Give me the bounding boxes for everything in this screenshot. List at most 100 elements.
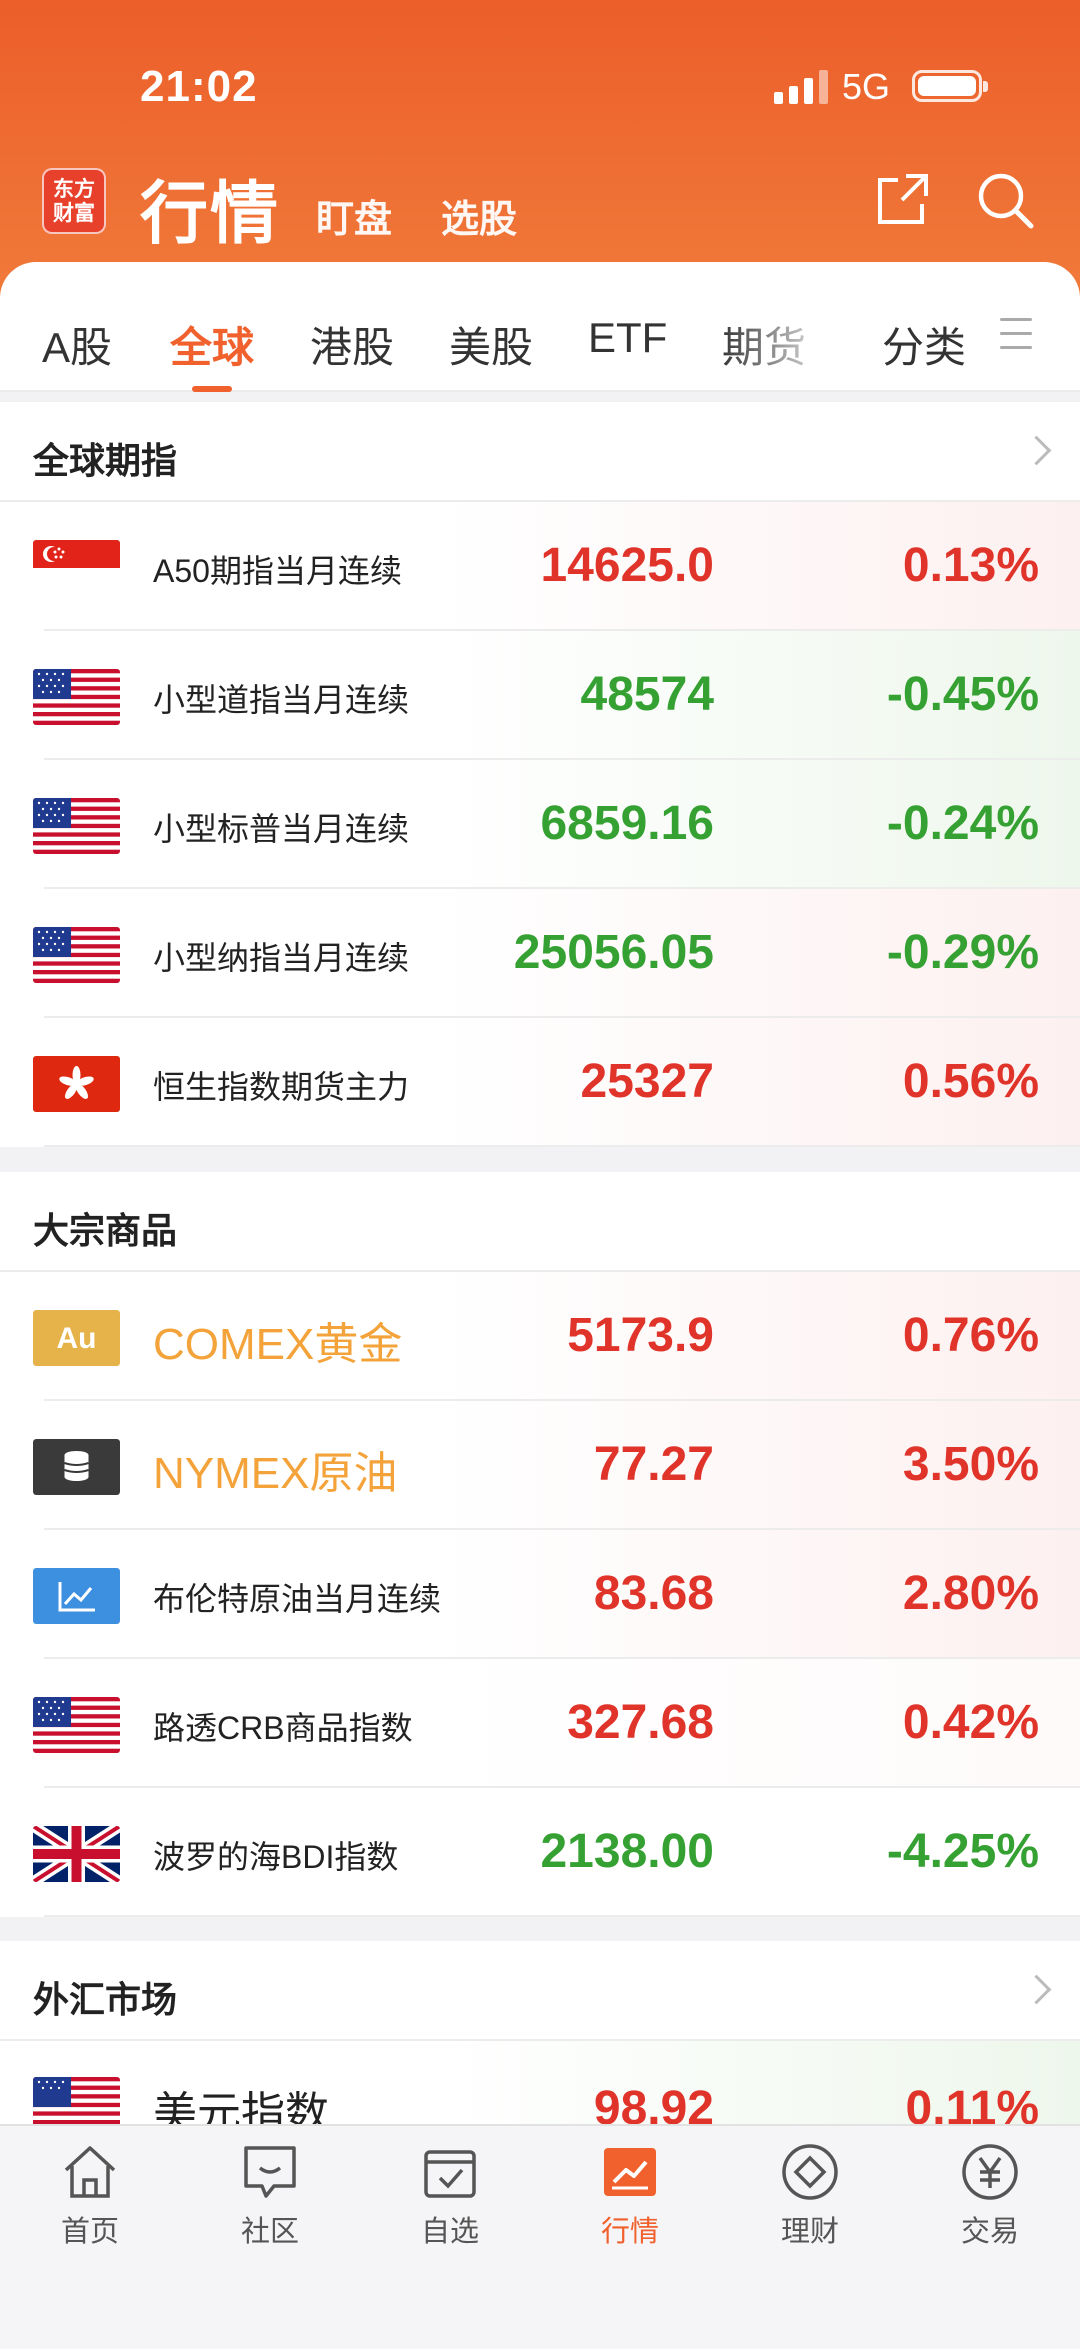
tab-hk-stocks[interactable]: 港股 <box>310 314 394 375</box>
nav-home[interactable]: 首页 <box>0 2140 180 2250</box>
list-item[interactable]: 小型标普当月连续 6859.16 -0.24% <box>0 760 1080 889</box>
watchlist-icon <box>424 2150 476 2198</box>
instrument-name: 路透CRB商品指数 <box>153 1710 413 1746</box>
section-header[interactable]: 全球期指 <box>0 402 1080 502</box>
instrument-name: 小型道指当月连续 <box>153 682 410 718</box>
tab-etf[interactable]: ETF <box>588 314 667 362</box>
yen-trade-icon <box>962 2144 1018 2200</box>
instrument-change: -0.24% <box>886 797 1039 850</box>
instrument-price: 83.68 <box>593 1567 714 1620</box>
instrument-price: 5173.9 <box>567 1309 714 1362</box>
instrument-price: 2138.00 <box>540 1825 714 1878</box>
us-flag-icon <box>33 2077 120 2124</box>
chevron-right-icon <box>1021 1974 1052 2005</box>
signal-strength-icon <box>774 70 828 104</box>
menu-icon[interactable] <box>1000 318 1032 350</box>
wealth-icon <box>782 2144 838 2200</box>
nav-watchlist[interactable]: 自选 <box>360 2140 540 2250</box>
nav-label: 自选 <box>420 2216 479 2248</box>
us-flag-icon <box>33 669 120 725</box>
instrument-name: COMEX黄金 <box>153 1320 403 1369</box>
instrument-price: 48574 <box>580 668 714 721</box>
nav-label: 行情 <box>600 2216 659 2248</box>
nav-label: 交易 <box>960 2216 1019 2248</box>
instrument-name: 恒生指数期货主力 <box>153 1069 410 1105</box>
instrument-change: 2.80% <box>902 1567 1039 1620</box>
list-item[interactable]: A50期指当月连续 14625.0 0.13% <box>0 502 1080 631</box>
uk-flag-icon <box>33 1826 120 1882</box>
section-title: 外汇市场 <box>33 1979 178 2020</box>
section-title: 全球期指 <box>33 440 178 481</box>
page-title: 行情 <box>140 176 281 252</box>
market-tabs: A股 全球 港股 美股 ETF 期货 分类 <box>0 262 1080 392</box>
instrument-change: -0.45% <box>886 668 1039 721</box>
tab-us-stocks[interactable]: 美股 <box>449 314 533 375</box>
list-item[interactable]: 波罗的海BDI指数 2138.00 -4.25% <box>0 1788 1080 1917</box>
us-flag-icon <box>33 798 120 854</box>
instrument-name: NYMEX原油 <box>153 1449 398 1498</box>
instrument-change: -0.29% <box>886 926 1039 979</box>
list-item[interactable]: Au COMEX黄金 5173.9 0.76% <box>0 1272 1080 1401</box>
instrument-change: -4.25% <box>886 1825 1039 1878</box>
instrument-name: 小型纳指当月连续 <box>153 940 410 976</box>
app-header: 21:02 5G 东方 财富 行情 盯盘 选股 <box>0 0 1080 300</box>
section-global-futures: 全球期指 A50期指当月连续 14625.0 0.13% 小型道指当月连续 48… <box>0 402 1080 1147</box>
list-item[interactable]: NYMEX原油 77.27 3.50% <box>0 1401 1080 1530</box>
network-type: 5G <box>842 66 891 107</box>
list-item[interactable]: 小型纳指当月连续 25056.05 -0.29% <box>0 889 1080 1018</box>
instrument-change: 0.11% <box>905 2082 1039 2124</box>
section-forex: 外汇市场 美元指数 98.92 0.11% <box>0 1941 1080 2124</box>
list-item[interactable]: 布伦特原油当月连续 83.68 2.80% <box>0 1530 1080 1659</box>
share-icon[interactable] <box>872 170 932 230</box>
us-flag-icon <box>33 1697 120 1753</box>
svg-text:Au: Au <box>57 1322 97 1355</box>
app-logo: 东方 财富 <box>42 168 106 234</box>
us-flag-icon <box>33 927 120 983</box>
market-chart-icon <box>604 2148 656 2196</box>
instrument-change: 3.50% <box>902 1438 1039 1491</box>
section-header[interactable]: 大宗商品 <box>0 1172 1080 1272</box>
section-commodities: 大宗商品 Au COMEX黄金 5173.9 0.76% NYMEX原油 77.… <box>0 1172 1080 1917</box>
list-item[interactable]: 小型道指当月连续 48574 -0.45% <box>0 631 1080 760</box>
nav-community[interactable]: 社区 <box>180 2140 360 2250</box>
instrument-price: 77.27 <box>593 1438 714 1491</box>
search-icon[interactable] <box>975 170 1035 230</box>
instrument-name: 布伦特原油当月连续 <box>153 1581 442 1617</box>
tab-scroll-fade <box>720 302 860 372</box>
section-header[interactable]: 外汇市场 <box>0 1941 1080 2041</box>
instrument-change: 0.42% <box>902 1696 1039 1749</box>
list-item[interactable]: 美元指数 98.92 0.11% <box>0 2041 1080 2124</box>
instrument-name: 波罗的海BDI指数 <box>153 1839 399 1875</box>
bottom-navigation: 首页 社区 自选 行情 理财 交易 <box>0 2124 1080 2349</box>
status-time: 21:02 <box>140 62 258 111</box>
chevron-right-icon <box>1021 435 1052 466</box>
instrument-name: A50期指当月连续 <box>153 553 402 589</box>
instrument-price: 14625.0 <box>540 539 714 592</box>
active-tab-indicator <box>192 386 232 392</box>
oil-barrel-icon <box>33 1439 120 1495</box>
nav-label: 首页 <box>60 2216 119 2248</box>
tab-a-shares[interactable]: A股 <box>42 314 112 375</box>
instrument-price: 98.92 <box>593 2082 714 2124</box>
nav-label: 理财 <box>780 2216 839 2248</box>
list-item[interactable]: 路透CRB商品指数 327.68 0.42% <box>0 1659 1080 1788</box>
instrument-price: 6859.16 <box>540 797 714 850</box>
chat-icon <box>244 2146 296 2198</box>
instrument-price: 25056.05 <box>513 926 714 979</box>
line-chart-icon <box>33 1568 120 1624</box>
logo-text-line1: 东方 <box>53 178 95 201</box>
tab-categories[interactable]: 分类 <box>882 314 966 375</box>
nav-market[interactable]: 行情 <box>540 2140 720 2250</box>
subnav-stock-picker[interactable]: 选股 <box>441 188 517 243</box>
instrument-price: 327.68 <box>567 1696 714 1749</box>
list-item[interactable]: 恒生指数期货主力 25327 0.56% <box>0 1018 1080 1147</box>
battery-icon <box>912 70 988 102</box>
tab-global[interactable]: 全球 <box>170 314 254 375</box>
subnav-watch[interactable]: 盯盘 <box>316 188 392 243</box>
instrument-change: 0.76% <box>902 1309 1039 1362</box>
nav-trade[interactable]: 交易 <box>900 2140 1080 2250</box>
instrument-name: 小型标普当月连续 <box>153 811 410 847</box>
nav-wealth[interactable]: 理财 <box>720 2140 900 2250</box>
hongkong-flag-icon <box>33 1056 120 1112</box>
instrument-change: 0.56% <box>902 1055 1039 1108</box>
